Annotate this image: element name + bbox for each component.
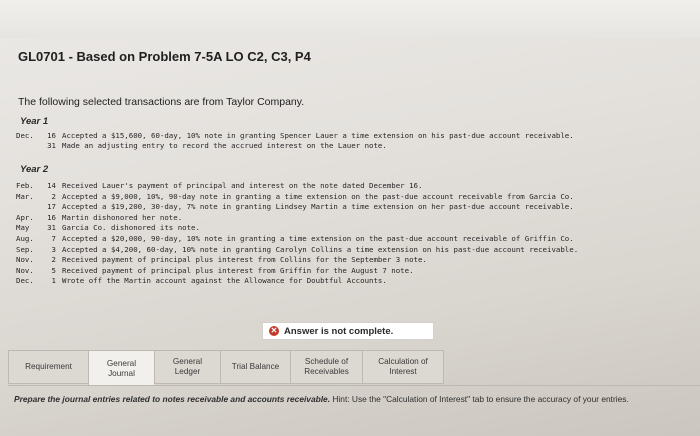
transaction-row: Dec. 1 Wrote off the Martin account agains… [16,276,700,285]
transaction-day: 31 [47,223,56,233]
transaction-day: 16 [47,131,56,140]
transaction-text: Accepted a $4,200, 60-day, 10% note in g… [62,244,579,254]
transaction-month: May [16,223,30,233]
transaction-row: Feb. 14 Received Lauer's payment of princi… [16,181,700,190]
transaction-row: Nov. 5 Received payment of principal plus … [16,266,700,275]
transaction-day: 14 [47,181,56,190]
transaction-month: Feb. [16,181,34,190]
transaction-text: Received payment of principal plus inter… [62,255,427,265]
transaction-text: Wrote off the Martin account against the… [62,276,387,286]
transaction-day: 16 [47,212,56,222]
transaction-month: Nov. [16,255,34,265]
transaction-text: Made an adjusting entry to record the ac… [62,141,387,150]
tab-divider [8,385,700,386]
year-1-heading: Year 1 [20,116,49,127]
transaction-text: Martin dishonored her note. [62,212,183,222]
transaction-month: Apr. [16,212,34,222]
screen-photo: GL0701 - Based on Problem 7-5A LO C2, C3… [0,0,700,436]
transaction-text: Accepted a $9,000, 10%, 90-day note in g… [62,191,574,201]
transaction-text: Received Lauer's payment of principal an… [62,181,423,190]
status-banner: ✕ Answer is not complete. [262,322,434,340]
tab-calculation-of-interest[interactable]: Calculation of Interest [362,350,444,384]
transaction-month: Mar. [16,191,34,201]
transaction-month: Sep. [16,244,34,254]
year-2-heading: Year 2 [20,164,49,175]
transaction-row: 31 Made an adjusting entry to record the … [16,141,700,150]
instructions-hint: Hint: Use the "Calculation of Interest" … [332,394,629,404]
transaction-day: 3 [51,244,56,254]
transaction-day: 1 [51,276,56,286]
transaction-row: Aug. 7 Accepted a $20,000, 90-day, 10% not… [16,234,700,243]
transaction-day: 2 [51,191,56,201]
instructions-lead: Prepare the journal entries related to n… [14,394,331,404]
transaction-text: Accepted a $20,000, 90-day, 10% note in … [62,234,574,243]
top-bar [0,0,700,38]
transaction-text: Accepted a $19,200, 30-day, 7% note in g… [62,202,574,212]
transaction-row: Apr. 16 Martin dishonored her note. [16,213,700,222]
tab-requirement[interactable]: Requirement [8,350,88,384]
x-circle-icon: ✕ [269,326,279,336]
tab-bar: Requirement General Journal General Ledger… [8,350,478,386]
transaction-month: Nov. [16,265,34,275]
transaction-row: May 31 Garcia Co. dishonored its note. [16,223,700,232]
transaction-text: Accepted a $15,600, 60-day, 10% note in … [62,131,574,140]
transaction-day: 7 [51,234,56,243]
transaction-row: Sep. 3 Accepted a $4,200, 60-day, 10% note… [16,245,700,254]
transaction-row: Mar. 2 Accepted a $9,000, 10%, 90-day note… [16,192,700,201]
transaction-month: Dec. [16,131,34,140]
transaction-day: 2 [51,255,56,265]
status-text: Answer is not complete. [284,325,394,337]
transaction-text: Garcia Co. dishonored its note. [62,223,200,233]
tab-general-ledger[interactable]: General Ledger [154,350,220,384]
intro-text: The following selected transactions are … [18,96,305,108]
transaction-day: 17 [47,202,56,212]
transaction-row: Nov. 2 Received payment of principal plus … [16,255,700,264]
tab-trial-balance[interactable]: Trial Balance [220,350,290,384]
transaction-day: 31 [47,141,56,150]
transaction-row: Dec. 16 Accepted a $15,600, 60-day, 10% no… [16,131,700,140]
tab-schedule-of-receivables[interactable]: Schedule of Receivables [290,350,362,384]
transaction-month: Dec. [16,276,34,286]
instructions: Prepare the journal entries related to n… [14,394,674,405]
tab-general-journal[interactable]: General Journal [88,350,154,386]
transaction-text: Received payment of principal plus inter… [62,265,414,275]
transaction-day: 5 [51,265,56,275]
transaction-row: 17 Accepted a $19,200, 30-day, 7% note in… [16,202,700,211]
page-title: GL0701 - Based on Problem 7-5A LO C2, C3… [18,49,311,64]
transaction-month: Aug. [16,234,34,243]
